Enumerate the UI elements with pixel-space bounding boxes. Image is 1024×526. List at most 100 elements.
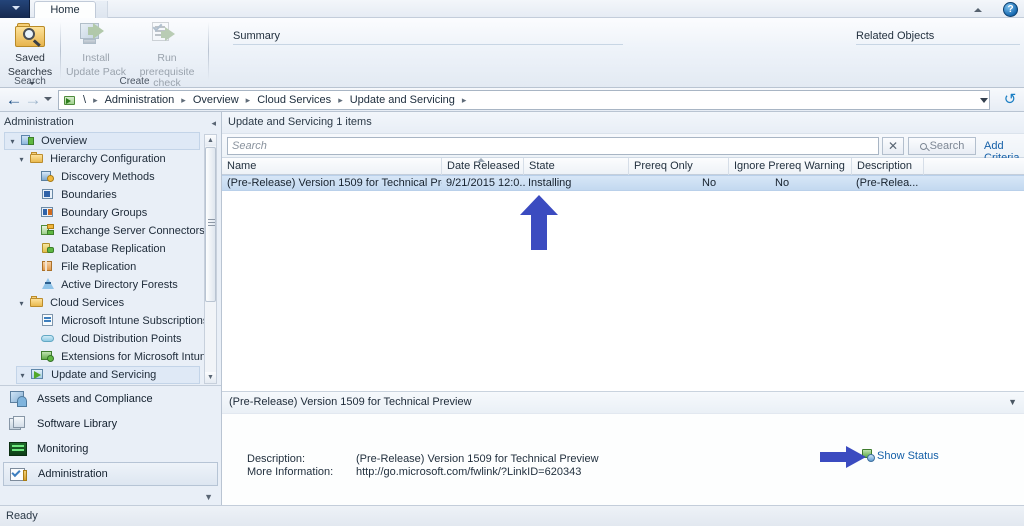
sidebar-item-assets-and-compliance[interactable]: Assets and Compliance [3, 387, 218, 411]
sidebar-item-label: Assets and Compliance [37, 393, 153, 405]
breadcrumb-separator-icon[interactable]: ▸ [240, 95, 257, 106]
show-status-link[interactable]: Show Status [877, 450, 939, 462]
tree-item-label: Boundary Groups [61, 207, 148, 220]
tab-home[interactable]: Home [34, 1, 96, 18]
search-icon [919, 143, 927, 150]
column-header-prereq-only[interactable]: Prereq Only [629, 158, 729, 175]
tree-item-microsoft-intune-subscriptions[interactable]: Microsoft Intune Subscriptions [2, 312, 220, 330]
navigation-tree-scrollbar[interactable]: ▲ ▼ [204, 134, 217, 384]
address-bar: ← → \ ▸ Administration ▸ Overview ▸ Clou… [0, 88, 1024, 112]
ribbon-tab-right-controls: ? [968, 1, 1020, 18]
tree-item-cloud-services[interactable]: ▾ Cloud Services [2, 294, 220, 312]
field-value-description: (Pre-Release) Version 1509 for Technical… [356, 453, 599, 465]
breadcrumb-item-cloud-services[interactable]: Cloud Services [256, 94, 332, 106]
tree-item-label: File Replication [61, 261, 137, 274]
cell-ignore-prereq-warning: No [775, 177, 790, 189]
sidebar-item-administration[interactable]: Administration [3, 462, 218, 486]
clear-search-button[interactable]: ✕ [882, 137, 904, 155]
scroll-down-icon[interactable]: ▼ [205, 372, 216, 383]
column-header-ignore-prereq-warning[interactable]: Ignore Prereq Warning [729, 158, 852, 175]
discovery-methods-icon [41, 170, 55, 183]
chevron-down-icon[interactable] [12, 6, 20, 10]
sidebar-item-monitoring[interactable]: Monitoring [3, 437, 218, 461]
help-icon[interactable]: ? [1003, 2, 1018, 17]
install-update-pack-button[interactable]: Install Update Pack [65, 21, 127, 78]
sidebar-item-label: Administration [38, 468, 108, 480]
monitoring-icon [9, 441, 29, 458]
column-header-state[interactable]: State [524, 158, 629, 175]
tree-item-boundaries[interactable]: Boundaries [2, 186, 220, 204]
ribbon-group-label-search: Search [14, 76, 46, 87]
breadcrumb-item-update-and-servicing[interactable]: Update and Servicing [349, 94, 456, 106]
workspace-list: Assets and Compliance Software Library M… [0, 385, 221, 505]
column-header-date-released[interactable]: Date Released [442, 158, 524, 175]
cell-date-released: 9/21/2015 12:0... [446, 177, 526, 189]
administration-icon [10, 467, 30, 484]
tree-item-label: Discovery Methods [61, 171, 155, 184]
more-workspaces-icon[interactable]: ▼ [204, 492, 213, 502]
tree-item-extensions-for-microsoft-intune[interactable]: Extensions for Microsoft Intune [2, 348, 220, 366]
breadcrumb-item-administration[interactable]: Administration [104, 94, 176, 106]
column-header-name[interactable]: Name [222, 158, 442, 175]
tab-strip-spacer [96, 1, 108, 18]
refresh-icon[interactable]: ↺ [1002, 92, 1018, 108]
annotation-arrow-state [520, 195, 558, 250]
saved-searches-label-line1: Saved [15, 52, 45, 64]
expander-icon[interactable]: ▾ [16, 151, 27, 169]
scroll-up-icon[interactable]: ▲ [205, 135, 216, 146]
expander-icon[interactable]: ▾ [17, 368, 28, 384]
tree-item-exchange-server-connectors[interactable]: Exchange Server Connectors [2, 222, 220, 240]
chevron-down-icon[interactable] [980, 98, 988, 103]
arrow-right-icon: → [24, 90, 42, 109]
extensions-intune-icon [41, 350, 55, 363]
breadcrumb-separator-icon[interactable]: ▸ [456, 95, 473, 106]
quick-access-toolbar[interactable] [0, 0, 30, 18]
tree-item-database-replication[interactable]: Database Replication [2, 240, 220, 258]
site-icon [63, 94, 77, 107]
overview-icon [21, 134, 35, 147]
back-button[interactable]: ← [5, 91, 23, 109]
recent-locations-chevron-icon[interactable] [44, 97, 52, 101]
tree-item-overview[interactable]: ▾ Overview [4, 132, 200, 150]
table-row[interactable]: (Pre-Release) Version 1509 for Technical… [222, 175, 1024, 191]
tree-item-label: Database Replication [61, 243, 166, 256]
forward-button[interactable]: → [24, 91, 42, 109]
folder-icon [30, 296, 44, 309]
scrollbar-thumb[interactable] [205, 147, 216, 302]
run-prerequisite-check-label-line1: Run [157, 52, 177, 64]
column-header-filler[interactable] [924, 158, 1024, 175]
detail-pane: (Pre-Release) Version 1509 for Technical… [222, 391, 1024, 505]
breadcrumb[interactable]: \ ▸ Administration ▸ Overview ▸ Cloud Se… [58, 90, 990, 110]
tree-item-update-and-servicing[interactable]: ▾ Update and Servicing [16, 366, 200, 384]
breadcrumb-separator-icon[interactable]: ▸ [175, 95, 192, 106]
breadcrumb-separator-icon[interactable]: ▸ [87, 95, 104, 106]
breadcrumb-separator-icon[interactable]: ▸ [332, 95, 349, 106]
tree-item-hierarchy-configuration[interactable]: ▾ Hierarchy Configuration [2, 150, 220, 168]
breadcrumb-item-overview[interactable]: Overview [192, 94, 240, 106]
tree-item-cloud-distribution-points[interactable]: Cloud Distribution Points [2, 330, 220, 348]
exchange-server-connectors-icon [41, 224, 55, 237]
database-replication-icon [41, 242, 55, 255]
field-label-more-information: More Information: [247, 466, 334, 478]
ribbon-group-label-create: Create [119, 76, 150, 87]
tree-item-boundary-groups[interactable]: Boundary Groups [2, 204, 220, 222]
cell-state: Installing [528, 177, 572, 189]
field-label-description: Description: [247, 453, 306, 465]
tree-item-discovery-methods[interactable]: Discovery Methods [2, 168, 220, 186]
collapse-pane-icon[interactable]: ◂ [211, 118, 216, 129]
expander-icon[interactable]: ▾ [7, 134, 18, 150]
summary-label: Summary [233, 30, 281, 42]
column-header-description[interactable]: Description [852, 158, 924, 175]
search-input[interactable]: Search [227, 137, 879, 155]
tree-item-active-directory-forests[interactable]: Active Directory Forests [2, 276, 220, 294]
expander-icon[interactable]: ▾ [16, 295, 27, 313]
search-button[interactable]: Search [908, 137, 976, 155]
navigation-tree: ▾ Overview ▾ Hierarchy Configuration Dis… [2, 132, 220, 385]
saved-search-folder-icon [13, 21, 47, 51]
scrollbar-grip-icon [208, 222, 215, 223]
tree-item-file-replication[interactable]: File Replication [2, 258, 220, 276]
status-text: Ready [6, 510, 38, 522]
chevron-up-icon[interactable] [974, 8, 982, 12]
chevron-down-icon[interactable]: ▼ [1008, 397, 1017, 407]
sidebar-item-software-library[interactable]: Software Library [3, 412, 218, 436]
